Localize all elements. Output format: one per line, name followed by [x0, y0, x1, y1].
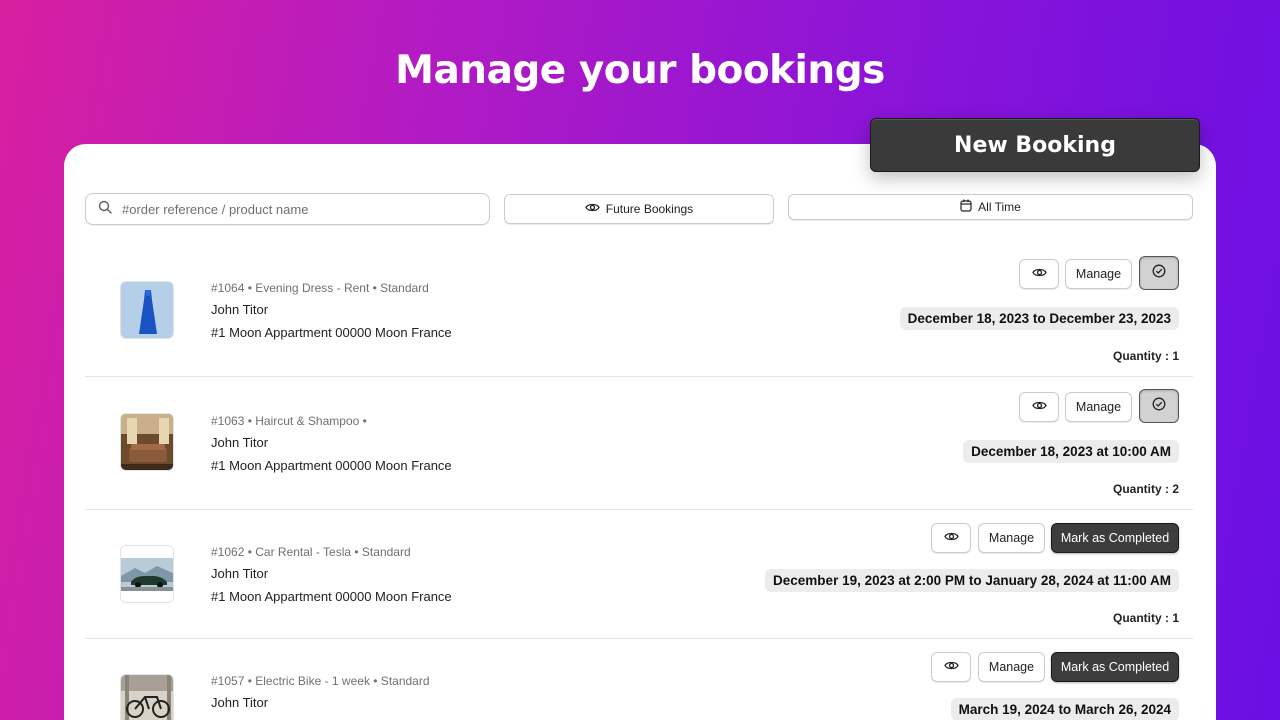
- view-booking-button[interactable]: [1019, 259, 1059, 289]
- completed-toggle-button[interactable]: [1139, 256, 1179, 290]
- customer-address: #1 Moon Appartment 00000 Moon France: [211, 325, 452, 340]
- row-divider: [85, 376, 1193, 377]
- eye-icon: [585, 202, 600, 216]
- check-circle-icon: [1152, 264, 1166, 283]
- view-booking-button[interactable]: [1019, 392, 1059, 422]
- electric-bike-thumbnail[interactable]: [120, 674, 174, 720]
- evening-dress-thumbnail[interactable]: [120, 281, 174, 339]
- customer-address: #1 Moon Appartment 00000 Moon France: [211, 458, 452, 473]
- date-range-filter[interactable]: All Time: [788, 194, 1193, 220]
- mark-completed-button[interactable]: Mark as Completed: [1051, 523, 1179, 553]
- row-divider: [85, 638, 1193, 639]
- search-field[interactable]: [85, 193, 490, 225]
- eye-icon: [1031, 265, 1047, 283]
- booking-date: March 19, 2024 to March 26, 2024: [950, 698, 1179, 720]
- customer-name: John Titor: [211, 695, 269, 710]
- customer-name: John Titor: [211, 566, 269, 581]
- manage-button[interactable]: Manage: [978, 652, 1045, 682]
- page-title: Manage your bookings: [395, 48, 885, 93]
- booking-date: December 18, 2023 at 10:00 AM: [963, 440, 1179, 463]
- eye-icon: [943, 658, 959, 676]
- eye-icon: [943, 529, 959, 547]
- eye-icon: [1031, 398, 1047, 416]
- date-range-label: All Time: [978, 200, 1021, 214]
- future-bookings-filter[interactable]: Future Bookings: [504, 194, 774, 224]
- completed-toggle-button[interactable]: [1139, 389, 1179, 423]
- customer-name: John Titor: [211, 435, 269, 450]
- booking-meta: #1057 • Electric Bike - 1 week • Standar…: [211, 674, 430, 688]
- salon-thumbnail[interactable]: [120, 413, 174, 471]
- mark-completed-button[interactable]: Mark as Completed: [1051, 652, 1179, 682]
- check-circle-icon: [1152, 397, 1166, 416]
- booking-quantity: Quantity : 2: [1112, 482, 1179, 496]
- booking-meta: #1064 • Evening Dress - Rent • Standard: [211, 281, 429, 295]
- customer-name: John Titor: [211, 302, 269, 317]
- booking-meta: #1063 • Haircut & Shampoo •: [211, 414, 367, 428]
- bookings-panel: [64, 144, 1216, 720]
- customer-address: #1 Moon Appartment 00000 Moon France: [211, 589, 452, 604]
- manage-button[interactable]: Manage: [1065, 392, 1132, 422]
- manage-button[interactable]: Manage: [978, 523, 1045, 553]
- calendar-icon: [960, 199, 972, 215]
- row-divider: [85, 509, 1193, 510]
- booking-meta: #1062 • Car Rental - Tesla • Standard: [211, 545, 411, 559]
- booking-quantity: Quantity : 1: [1112, 611, 1179, 625]
- view-booking-button[interactable]: [931, 652, 971, 682]
- search-input[interactable]: [122, 201, 462, 217]
- booking-date: December 18, 2023 to December 23, 2023: [899, 307, 1179, 330]
- view-booking-button[interactable]: [931, 523, 971, 553]
- search-icon: [98, 200, 112, 219]
- future-bookings-label: Future Bookings: [605, 202, 694, 216]
- booking-date: December 19, 2023 at 2:00 PM to January …: [765, 569, 1179, 592]
- new-booking-button[interactable]: New Booking: [870, 118, 1200, 172]
- booking-quantity: Quantity : 1: [1112, 349, 1179, 363]
- manage-button[interactable]: Manage: [1065, 259, 1132, 289]
- tesla-car-thumbnail[interactable]: [120, 545, 174, 603]
